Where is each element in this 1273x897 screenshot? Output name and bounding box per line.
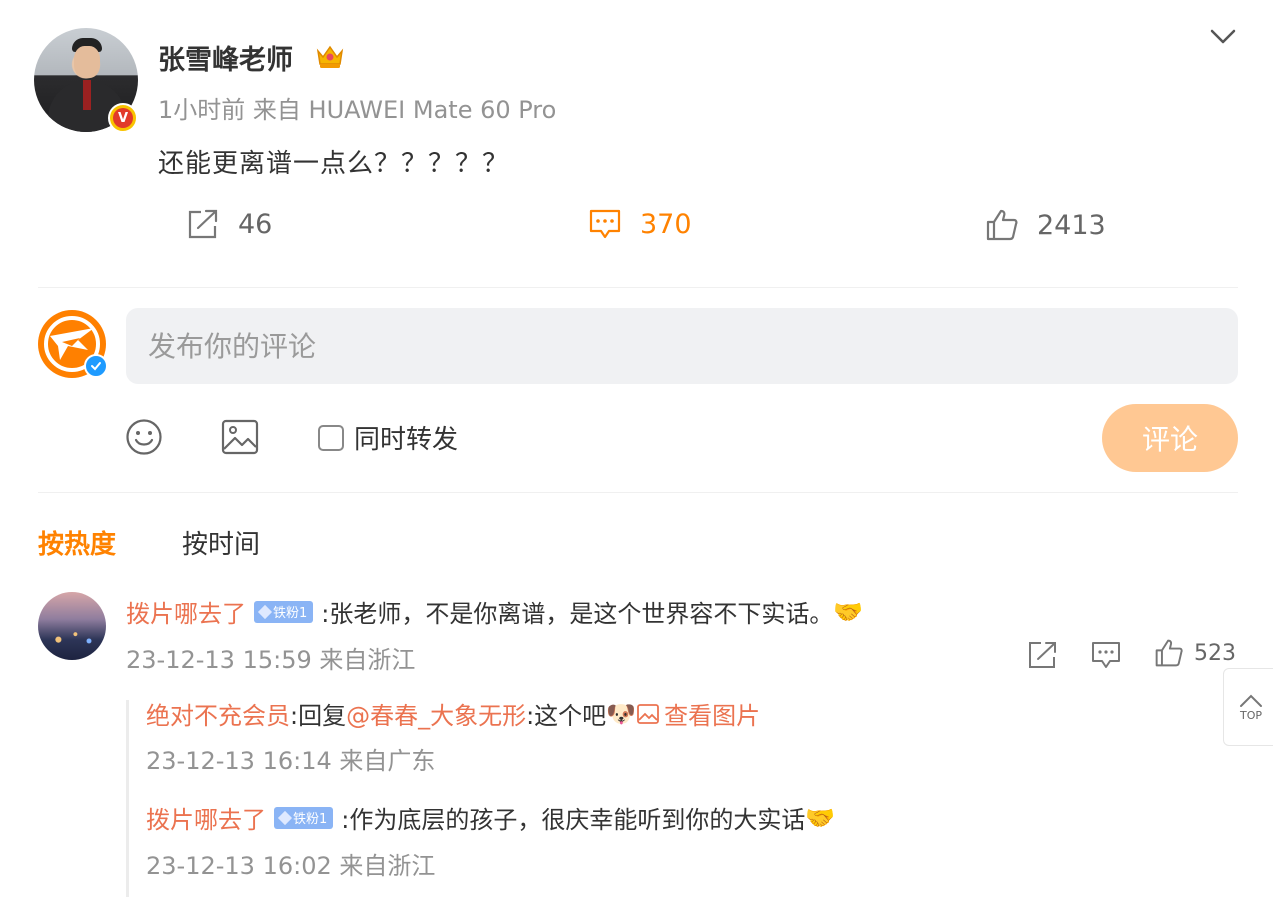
fan-badge-label: 铁粉1 [273,606,308,621]
submit-comment-button[interactable]: 评论 [1102,404,1238,472]
verified-badge: V [108,103,138,133]
back-to-top-label: TOP [1239,708,1262,722]
fan-badge: 铁粉1 [254,600,314,623]
mention-link[interactable]: @春春_大象无形 [346,696,526,731]
tab-sort-time[interactable]: 按时间 [182,524,260,561]
comment-like-button[interactable]: 523 [1154,638,1236,668]
reply-location: 来自广东 [339,747,436,775]
blue-verified-icon [84,354,108,378]
reply-thread-bar [126,700,129,897]
repost-count: 46 [238,208,273,240]
reply-time: 23-12-13 16:14 [146,747,332,775]
chevron-down-icon[interactable] [1208,24,1238,48]
comment-button[interactable]: 370 [588,208,692,240]
divider [38,287,1238,288]
comment-meta: 23-12-13 15:59 来自浙江 [126,640,415,675]
comment-text: :张老师，不是你离谱，是这个世界容不下实话。 [321,600,834,628]
reply-prefix: :回复 [290,702,347,730]
commenter-name[interactable]: 拨片哪去了 [126,594,246,629]
comment-input[interactable] [126,308,1238,384]
also-repost-checkbox[interactable] [318,424,344,451]
also-repost-option[interactable]: 同时转发 [318,419,458,456]
image-icon[interactable] [220,418,260,456]
back-to-top-button[interactable]: TOP [1223,668,1273,746]
post-source: 来自 HUAWEI Mate 60 Pro [252,96,557,124]
image-icon [637,703,659,724]
diamond-icon [277,810,293,825]
diamond-icon [257,604,273,619]
handshake-emoji-icon: 🤝 [833,597,864,626]
fan-badge: 铁粉1 [274,806,334,829]
reply-author-name[interactable]: 绝对不充会员 [146,696,290,731]
also-repost-label: 同时转发 [354,425,459,455]
verified-badge-label: V [113,108,133,128]
crown-icon [316,45,344,68]
view-image-label: 查看图片 [664,702,761,730]
doge-emoji-icon: 🐶 [606,699,637,728]
fan-badge-label: 铁粉1 [293,812,328,827]
comment-content: 拨片哪去了 铁粉1 :张老师，不是你离谱，是这个世界容不下实话。 🤝 [126,594,863,629]
reply-meta: 23-12-13 16:14 来自广东 [146,741,435,776]
comment-repost-icon[interactable] [1027,640,1059,670]
view-image-link[interactable]: 查看图片 [636,696,760,731]
reply-time: 23-12-13 16:02 [146,852,332,880]
comment-like-count: 523 [1194,640,1236,666]
thumbs-up-icon [1155,639,1183,667]
repost-button[interactable]: 46 [186,208,272,240]
repost-icon [188,209,218,239]
divider [38,492,1238,493]
reply-content: 拨片哪去了 铁粉1 :作为底层的孩子，很庆幸能听到你的大实话 🤝 [146,800,835,835]
comment-location: 来自浙江 [319,646,416,674]
reply-text: :作为底层的孩子，很庆幸能听到你的大实话 [341,806,806,834]
like-button[interactable]: 2413 [985,208,1106,242]
thumbs-up-icon [986,209,1018,241]
commenter-avatar[interactable] [38,592,106,660]
post-time: 1小时前 [158,96,246,124]
comment-time: 23-12-13 15:59 [126,646,312,674]
tab-sort-hot[interactable]: 按热度 [38,524,116,561]
chevron-up-icon [1240,694,1262,707]
author-name[interactable]: 张雪峰老师 [158,38,293,77]
reply-text: :这个吧 [526,702,607,730]
like-count: 2413 [1037,209,1106,241]
comment-count: 370 [640,208,692,240]
reply-meta: 23-12-13 16:02 来自浙江 [146,846,435,881]
reply-location: 来自浙江 [339,852,436,880]
reply-author-name[interactable]: 拨片哪去了 [146,800,266,835]
handshake-emoji-icon: 🤝 [805,803,836,832]
post-text: 还能更离谱一点么？？？？？ [158,149,510,179]
reply-content: 绝对不充会员 :回复 @春春_大象无形 :这个吧 🐶 查看图片 [146,696,760,731]
emoji-icon[interactable] [125,418,163,456]
comment-reply-icon[interactable] [1090,640,1122,670]
comment-icon [589,209,621,239]
post-meta: 1小时前 来自 HUAWEI Mate 60 Pro [158,90,556,125]
